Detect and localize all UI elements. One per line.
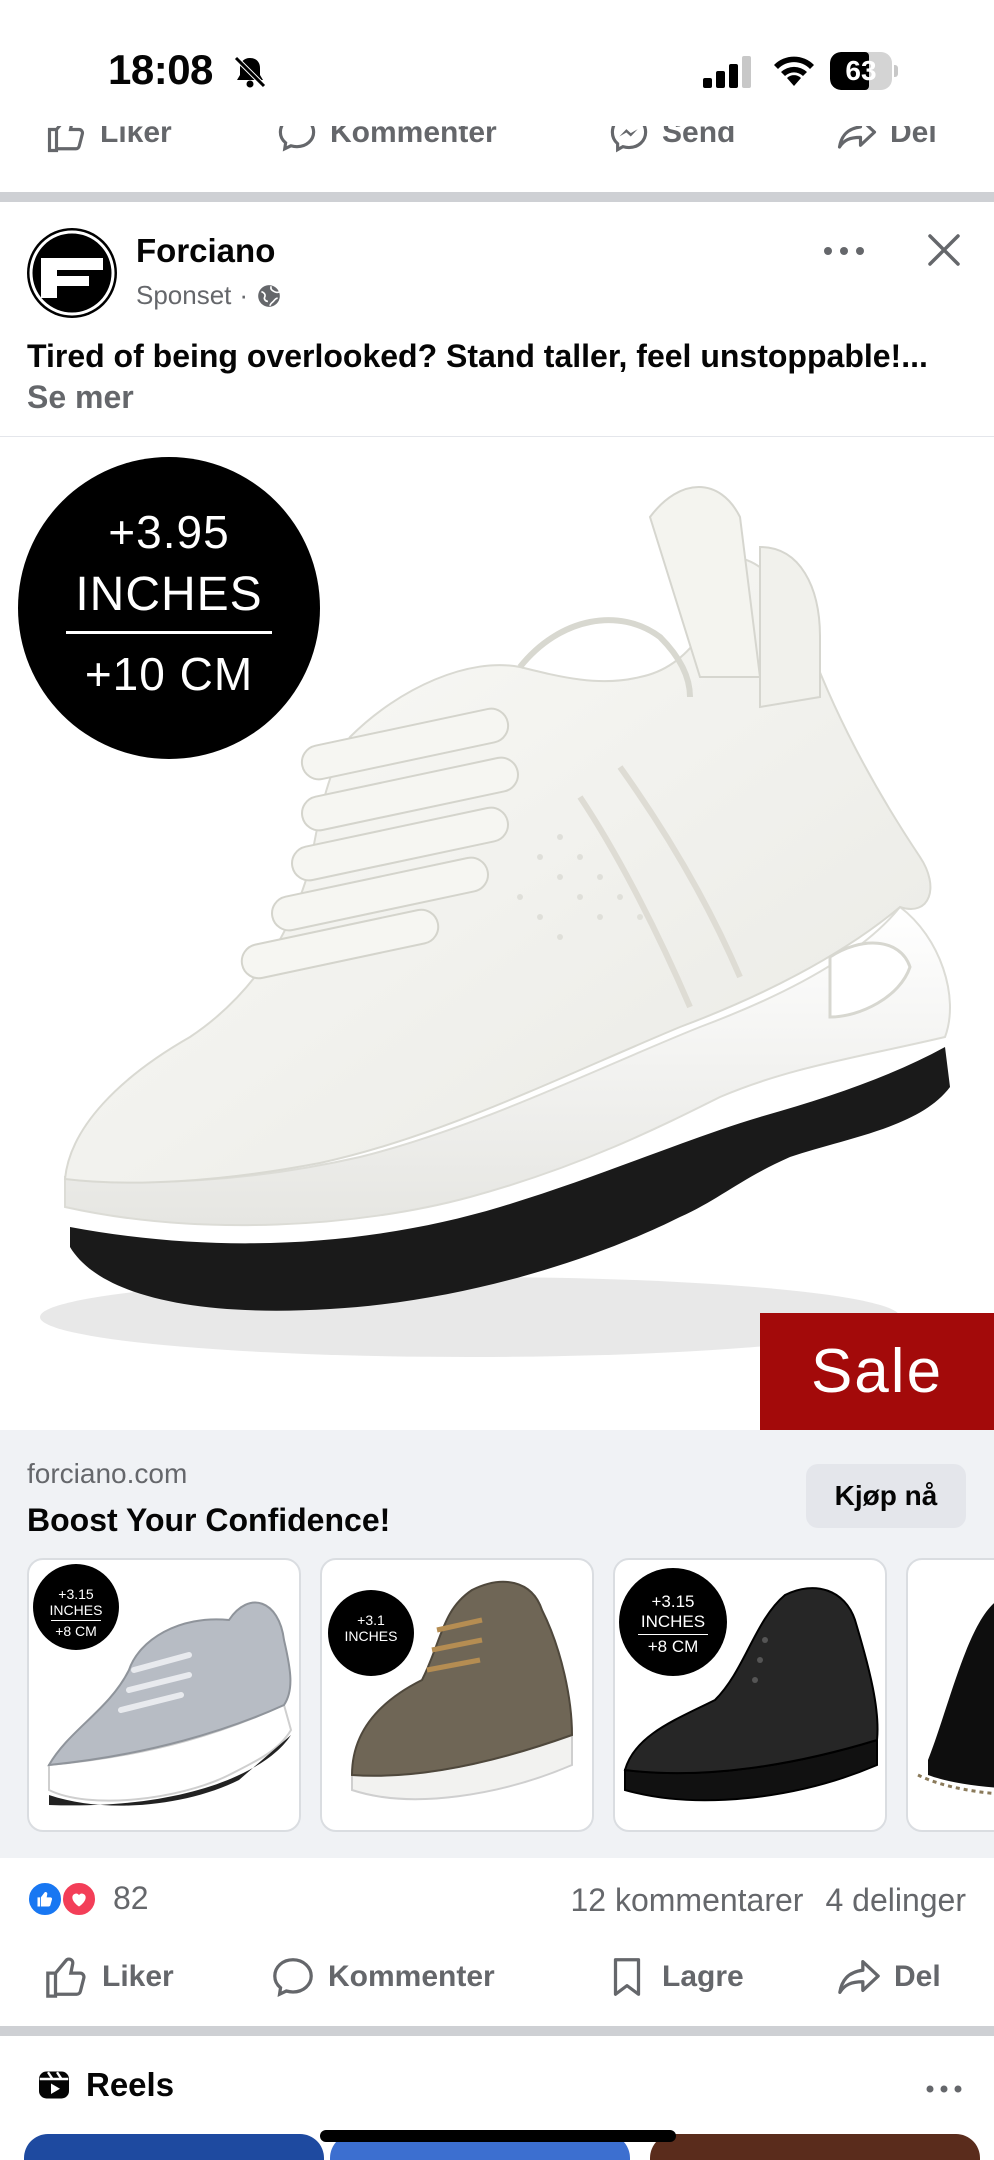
comments-count[interactable]: 12 kommentarer — [570, 1882, 803, 1919]
card-badge-line: +8 CM — [55, 1623, 97, 1639]
reel-thumbnail[interactable] — [650, 2134, 980, 2160]
card-badge-line: INCHES — [344, 1628, 398, 1644]
like-button[interactable]: Liker — [44, 1954, 174, 2000]
feed-divider — [0, 2026, 994, 2036]
cellular-signal-icon — [703, 56, 751, 88]
more-options-icon[interactable] — [924, 2082, 964, 2096]
reaction-summary[interactable]: 82 — [27, 1880, 149, 1917]
dot-separator: · — [239, 280, 249, 310]
reels-title: Reels — [86, 2066, 175, 2103]
card-badge-line: +3.1 — [357, 1612, 385, 1628]
link-preview[interactable]: forciano.com Boost Your Confidence! Kjøp… — [0, 1430, 994, 1858]
messenger-icon — [610, 126, 648, 153]
feed-divider — [0, 192, 994, 202]
previous-post-actions: Liker Kommenter Send Del — [0, 126, 994, 166]
love-reaction-icon — [61, 1880, 97, 1917]
carousel-card[interactable] — [906, 1558, 994, 1832]
product-carousel[interactable]: +3.15 INCHES +8 CM +3.1 INCHES +3.15 INC… — [0, 1558, 994, 1836]
post-body: Tired of being overlooked? Stand taller,… — [27, 338, 928, 374]
badge-inches-label: INCHES — [75, 568, 263, 621]
card-badge-line: INCHES — [640, 1612, 706, 1631]
like-label: Liker — [102, 1960, 174, 1993]
link-domain: forciano.com — [27, 1458, 188, 1489]
carousel-card[interactable]: +3.1 INCHES — [320, 1558, 594, 1832]
reel-thumbnail[interactable] — [24, 2134, 324, 2160]
prev-share-label: Del — [890, 126, 937, 149]
card-badge-line: +3.15 — [651, 1592, 695, 1611]
sponsored-text: Sponset — [136, 280, 232, 310]
carousel-card[interactable]: +3.15 INCHES +8 CM — [613, 1558, 887, 1832]
prev-like-label: Liker — [100, 126, 172, 149]
reaction-count: 82 — [113, 1880, 149, 1916]
share-arrow-icon — [837, 126, 877, 149]
ad-image[interactable]: +3.95 INCHES +10 CM Sale — [0, 436, 994, 1430]
card-height-badge: +3.15 INCHES +8 CM — [33, 1564, 119, 1650]
badge-inches-value: +3.95 — [108, 506, 230, 558]
prev-comment-button[interactable]: Kommenter — [276, 126, 497, 154]
like-reaction-icon — [27, 1880, 63, 1917]
page-name[interactable]: Forciano — [136, 232, 275, 270]
post-actions: Liker Kommenter Lagre Del — [0, 1950, 994, 2010]
card-height-badge: +3.15 INCHES +8 CM — [619, 1568, 727, 1676]
sponsored-label: Sponset · — [136, 280, 282, 311]
share-button[interactable]: Del — [836, 1954, 941, 2000]
status-bar: 18:08 63 — [0, 0, 994, 140]
bell-slash-icon — [234, 56, 266, 88]
close-icon[interactable] — [924, 230, 964, 270]
comment-button[interactable]: Kommenter — [270, 1954, 495, 2000]
thumbs-up-icon — [47, 126, 84, 153]
post-text: Tired of being overlooked? Stand taller,… — [27, 336, 957, 418]
status-time: 18:08 — [108, 46, 213, 93]
comment-bubble-icon — [273, 1958, 313, 1998]
carousel-card[interactable]: +3.15 INCHES +8 CM — [27, 1558, 301, 1832]
wifi-icon — [774, 56, 814, 86]
shares-count[interactable]: 4 delinger — [825, 1882, 966, 1919]
prev-send-button[interactable]: Send — [608, 126, 735, 154]
share-arrow-icon — [838, 1960, 880, 1994]
engagement-stats: 12 kommentarer 4 delinger — [570, 1882, 966, 1919]
save-label: Lagre — [662, 1960, 744, 1993]
thumbs-up-icon — [46, 1957, 86, 1998]
battery-indicator: 63 — [830, 52, 898, 90]
link-headline: Boost Your Confidence! — [27, 1502, 391, 1538]
prev-send-label: Send — [662, 126, 736, 149]
comment-bubble-icon — [278, 126, 316, 152]
prev-comment-label: Kommenter — [330, 126, 497, 149]
card-badge-line: +3.15 — [58, 1586, 94, 1602]
shop-now-button[interactable]: Kjøp nå — [806, 1464, 966, 1528]
prev-like-button[interactable]: Liker — [46, 126, 172, 154]
card-badge-line: +8 CM — [647, 1637, 699, 1656]
page-avatar[interactable] — [27, 228, 117, 318]
prev-share-button[interactable]: Del — [836, 126, 937, 154]
bookmark-icon — [613, 1958, 641, 1996]
more-options-icon[interactable] — [822, 236, 866, 266]
badge-cm-value: +10 CM — [84, 648, 254, 700]
reels-header[interactable]: Reels — [36, 2066, 174, 2104]
sale-tag: Sale — [760, 1313, 994, 1430]
share-label: Del — [894, 1960, 941, 1993]
battery-percent: 63 — [845, 55, 877, 86]
comment-label: Kommenter — [328, 1960, 495, 1993]
card-height-badge: +3.1 INCHES — [328, 1590, 414, 1676]
card-badge-line: INCHES — [49, 1602, 103, 1618]
reels-icon — [39, 2071, 69, 2099]
home-indicator — [320, 2130, 676, 2142]
black-boot-image — [917, 1603, 994, 1795]
globe-icon — [258, 284, 281, 307]
see-more-link[interactable]: Se mer — [27, 379, 134, 415]
height-badge: +3.95 INCHES +10 CM — [18, 457, 320, 759]
forciano-logo-icon — [29, 230, 115, 316]
save-button[interactable]: Lagre — [604, 1954, 744, 2000]
